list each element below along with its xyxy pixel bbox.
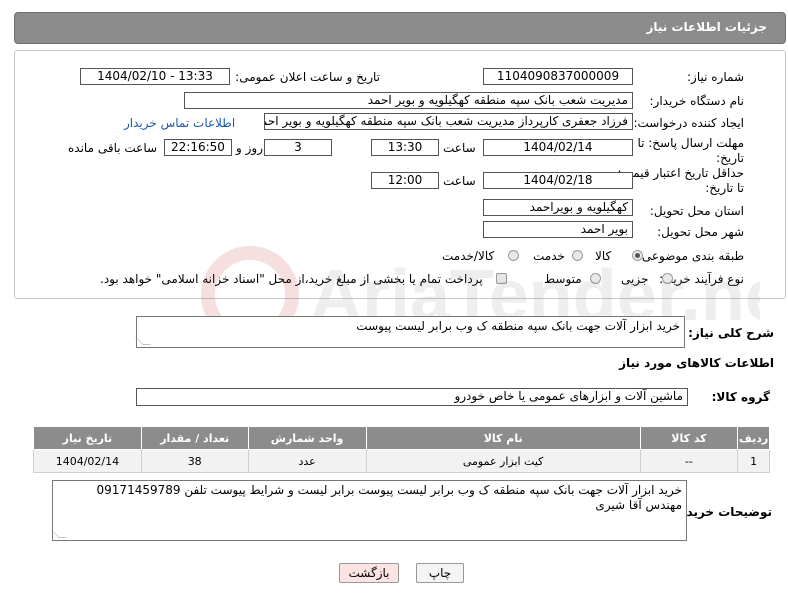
- category-goods-radio[interactable]: [632, 250, 643, 261]
- goods-group-field[interactable]: ماشین آلات و ابزارهای عمومی یا خاص خودرو: [136, 388, 688, 406]
- category-service-radio[interactable]: [572, 250, 583, 261]
- table-row[interactable]: 1 -- کیت ابزار عمومی عدد 38 1404/02/14: [33, 449, 770, 473]
- page-header: جزئیات اطلاعات نیاز: [14, 12, 786, 44]
- reply-deadline-label: مهلت ارسال پاسخ: تا: [637, 136, 744, 150]
- need-number-field[interactable]: 1104090837000009: [483, 68, 633, 85]
- category-both-label: کالا/خدمت: [442, 249, 495, 263]
- price-validity-label-2: تا تاریخ:: [705, 181, 744, 195]
- description-label: شرح کلی نیاز:: [688, 326, 774, 340]
- buyer-notes-line-2: مهندس آقا شیری: [595, 498, 682, 512]
- reply-days-field[interactable]: 3: [264, 139, 332, 156]
- buyer-notes-line-1: خرید ابزار آلات جهت بانک سپه منطقه ک وب …: [96, 483, 682, 497]
- goods-group-label: گروه کالا:: [711, 390, 770, 404]
- remaining-label: ساعت باقی مانده: [68, 141, 158, 155]
- col-row-number: ردیف: [737, 426, 770, 450]
- cell-quantity: 38: [140, 449, 249, 473]
- treasury-payment-checkbox[interactable]: [496, 273, 507, 284]
- col-quantity: تعداد / مقدار: [140, 426, 249, 450]
- buyer-notes-textarea[interactable]: خرید ابزار آلات جهت بانک سپه منطقه ک وب …: [51, 480, 687, 541]
- price-validity-time-field[interactable]: 12:00: [371, 172, 439, 189]
- cell-need-date: 1404/02/14: [33, 449, 142, 473]
- buyer-org-field[interactable]: مدیریت شعب بانک سپه منطقه کهگیلویه و بوی…: [184, 92, 633, 109]
- requester-field[interactable]: فرزاد جعفری کارپرداز مدیریت شعب بانک سپه…: [264, 113, 633, 130]
- process-medium-radio[interactable]: [590, 273, 601, 284]
- days-label: روز و: [236, 141, 263, 155]
- process-medium-label: متوسط: [544, 272, 582, 286]
- process-minor-label: جزیی: [621, 272, 649, 286]
- price-validity-time-label: ساعت: [443, 174, 476, 188]
- items-table: ردیف کد کالا نام کالا واحد شمارش تعداد /…: [33, 426, 770, 473]
- resize-grip-icon[interactable]: [135, 337, 151, 345]
- goods-section-title: اطلاعات کالاهای مورد نیاز: [619, 356, 774, 370]
- back-button[interactable]: بازگشت: [339, 563, 399, 583]
- category-label: طبقه بندی موضوعی:: [637, 249, 744, 263]
- items-table-header: ردیف کد کالا نام کالا واحد شمارش تعداد /…: [33, 426, 770, 450]
- remaining-time-field[interactable]: 22:16:50: [164, 139, 232, 156]
- description-text: خرید ابزار آلات جهت بانک سپه منطقه ک وب …: [356, 319, 680, 333]
- price-validity-label: حداقل تاریخ اعتبار قیمت:: [617, 166, 744, 180]
- treasury-payment-note: پرداخت تمام یا بخشی از مبلغ خرید،از محل …: [100, 272, 483, 286]
- col-need-date: تاریخ نیاز: [33, 426, 142, 450]
- reply-time-label: ساعت: [443, 141, 476, 155]
- col-item-name: نام کالا: [365, 426, 641, 450]
- delivery-city-field[interactable]: بویر احمد: [483, 221, 633, 238]
- price-validity-date-field[interactable]: 1404/02/18: [483, 172, 633, 189]
- resize-grip-icon[interactable]: [51, 530, 67, 538]
- col-unit: واحد شمارش: [247, 426, 367, 450]
- reply-time-field[interactable]: 13:30: [371, 139, 439, 156]
- delivery-province-field[interactable]: کهگیلویه و بویراحمد: [483, 199, 633, 216]
- process-minor-radio[interactable]: [662, 273, 673, 284]
- category-service-label: خدمت: [533, 249, 565, 263]
- description-textarea[interactable]: خرید ابزار آلات جهت بانک سپه منطقه ک وب …: [135, 316, 685, 348]
- buyer-org-label: نام دستگاه خریدار:: [649, 94, 745, 108]
- announce-datetime-field[interactable]: 1404/02/10 - 13:33: [80, 68, 230, 85]
- cell-item-code: --: [639, 449, 739, 473]
- cell-row-number: 1: [737, 449, 770, 473]
- cell-unit: عدد: [247, 449, 367, 473]
- page-title: جزئیات اطلاعات نیاز: [646, 20, 767, 34]
- delivery-city-label: شهر محل تحویل:: [657, 225, 744, 239]
- print-button[interactable]: چاپ: [416, 563, 464, 583]
- category-goods-label: کالا: [595, 249, 612, 263]
- reply-date-field[interactable]: 1404/02/14: [483, 139, 633, 156]
- category-both-radio[interactable]: [508, 250, 519, 261]
- delivery-province-label: استان محل تحویل:: [649, 204, 744, 218]
- need-number-label: شماره نیاز:: [687, 70, 744, 84]
- buyer-contact-link[interactable]: اطلاعات تماس خریدار: [124, 116, 235, 130]
- reply-deadline-label-2: تاریخ:: [716, 151, 744, 165]
- col-item-code: کد کالا: [639, 426, 739, 450]
- announce-datetime-label: تاریخ و ساعت اعلان عمومی:: [235, 70, 380, 84]
- requester-label: ایجاد کننده درخواست:: [633, 116, 744, 130]
- cell-item-name: کیت ابزار عمومی: [365, 449, 641, 473]
